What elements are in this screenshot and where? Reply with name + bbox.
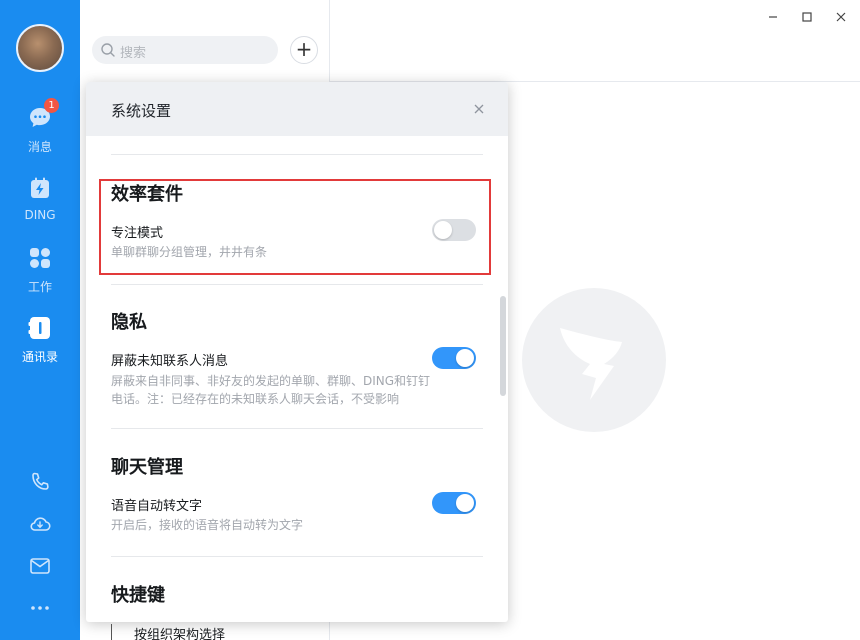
divider <box>111 556 483 557</box>
toggle-knob <box>456 494 474 512</box>
search-input[interactable]: 搜索 <box>92 36 278 64</box>
section-title-efficiency: 效率套件 <box>111 184 183 205</box>
tree-line <box>111 624 112 640</box>
close-icon[interactable] <box>470 100 488 118</box>
nav-label-messages: 消息 <box>27 140 52 154</box>
org-select-label: 按组织架构选择 <box>134 628 226 640</box>
block-unknown-toggle[interactable] <box>432 347 476 369</box>
focus-mode-desc: 单聊群聊分组管理，井井有条 <box>111 245 268 259</box>
nav-label-contacts: 通讯录 <box>21 350 58 364</box>
mail-icon[interactable] <box>28 554 52 578</box>
block-unknown-desc: 屏蔽来自非同事、非好友的发起的单聊、群聊、DING和钉钉电话。注：已经存在的未知… <box>111 374 431 406</box>
section-title-shortcuts: 快捷键 <box>111 585 165 606</box>
plus-icon: + <box>295 37 313 61</box>
focus-mode-label: 专注模式 <box>111 226 164 241</box>
section-title-chat: 聊天管理 <box>111 457 183 478</box>
dingtalk-logo-icon <box>560 328 622 400</box>
toggle-knob <box>456 349 474 367</box>
section-title-privacy: 隐私 <box>111 312 147 333</box>
toggle-knob <box>434 221 452 239</box>
app-window: 1 消息 DING 工作 通讯录 搜索 + 系统设置 效率套件 专注模式 单聊群… <box>0 0 860 640</box>
nav-label-work: 工作 <box>27 280 52 294</box>
phone-icon[interactable] <box>28 470 52 494</box>
unread-badge: 1 <box>44 98 59 113</box>
settings-dialog: 系统设置 效率套件 专注模式 单聊群聊分组管理，井井有条 隐私 屏蔽未知联系人消… <box>86 82 508 622</box>
divider <box>111 428 483 429</box>
settings-dialog-header: 系统设置 <box>86 82 508 136</box>
search-icon <box>101 43 115 57</box>
nav-item-work[interactable]: 工作 <box>0 246 80 306</box>
main-header <box>330 0 860 82</box>
voice-to-text-desc: 开启后，接收的语音将自动转为文字 <box>111 518 304 532</box>
close-window-icon[interactable] <box>832 8 850 26</box>
focus-mode-toggle[interactable] <box>432 219 476 241</box>
nav-label-ding: DING <box>24 208 56 222</box>
divider <box>111 154 483 155</box>
nav-item-contacts[interactable]: 通讯录 <box>0 316 80 376</box>
nav-item-messages[interactable]: 1 消息 <box>0 98 80 166</box>
maximize-icon[interactable] <box>798 8 816 26</box>
voice-to-text-toggle[interactable] <box>432 492 476 514</box>
dingtalk-logo-watermark <box>522 288 666 432</box>
minimize-icon[interactable] <box>764 8 782 26</box>
work-grid-icon <box>30 248 50 268</box>
nav-item-ding[interactable]: DING <box>0 176 80 236</box>
add-button[interactable]: + <box>290 36 318 64</box>
avatar[interactable] <box>16 24 64 72</box>
settings-dialog-body: 效率套件 专注模式 单聊群聊分组管理，井井有条 隐私 屏蔽未知联系人消息 屏蔽来… <box>86 136 508 622</box>
voice-to-text-label: 语音自动转文字 <box>111 499 203 514</box>
search-placeholder: 搜索 <box>120 46 147 61</box>
ding-icon <box>31 177 49 198</box>
settings-dialog-title: 系统设置 <box>111 102 172 120</box>
cloud-icon[interactable] <box>28 512 52 536</box>
contacts-icon <box>28 317 50 339</box>
divider <box>111 284 483 285</box>
more-icon[interactable] <box>28 596 52 620</box>
nav-rail: 1 消息 DING 工作 通讯录 <box>0 0 80 640</box>
scrollbar-thumb[interactable] <box>500 296 506 396</box>
block-unknown-label: 屏蔽未知联系人消息 <box>111 354 229 369</box>
